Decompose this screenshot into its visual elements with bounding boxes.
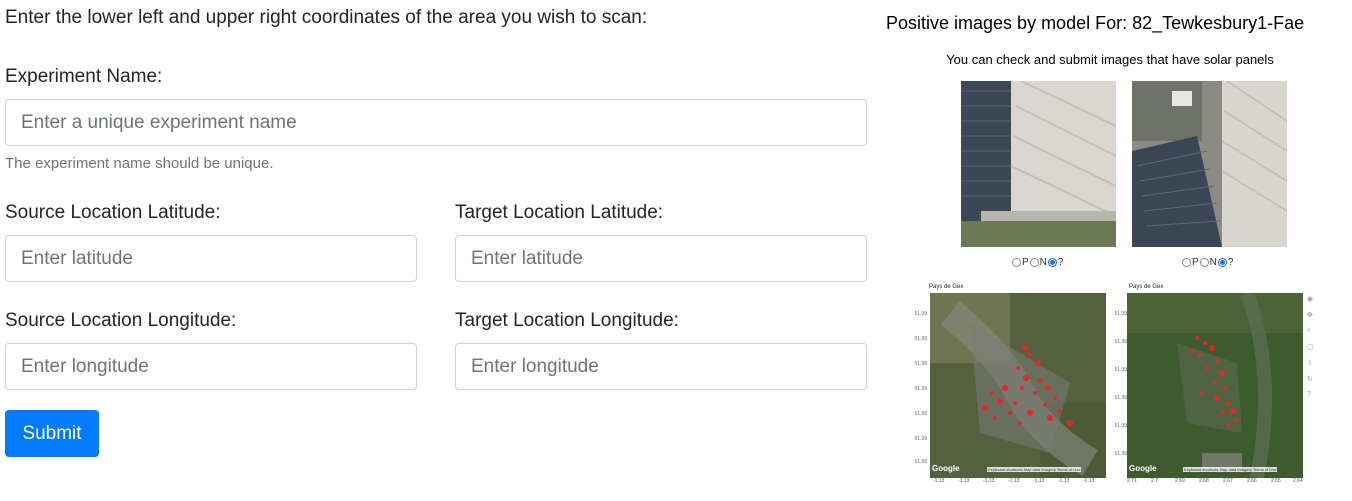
bokeh-logo-icon: ◉ (1307, 296, 1314, 303)
radio-p-label: P (1192, 257, 1199, 268)
source-longitude-label: Source Location Longitude: (5, 310, 237, 331)
y-tick: 51.99 (914, 336, 927, 342)
radio-unknown-label: ? (1227, 257, 1234, 268)
radio-unknown[interactable] (1217, 258, 1227, 267)
x-tick: -1.13 (1058, 478, 1070, 484)
radio-p-label: P (1022, 257, 1029, 268)
x-tick: 2.65 (1271, 478, 1281, 484)
pan-tool-icon[interactable]: ✥ (1307, 311, 1313, 319)
y-tick: 51.99 (914, 311, 927, 317)
reset-tool-icon[interactable]: ↻ (1307, 375, 1313, 383)
map-plot-2[interactable]: Pays de Gex 51.99 51.99 51.99 51.99 51.9… (1107, 281, 1315, 486)
y-tick: 51.99 (914, 436, 927, 442)
experiment-name-label: Experiment Name: (5, 66, 163, 87)
google-watermark: Google (1129, 464, 1157, 473)
target-longitude-input[interactable] (455, 343, 867, 390)
form-intro: Enter the lower left and upper right coo… (5, 7, 648, 28)
y-tick: 51.99 (1114, 339, 1127, 345)
results-panel: Positive images by model For: 82_Tewkesb… (880, 0, 1350, 501)
map-attribution: Keyboard shortcuts Map data Imagery Term… (987, 467, 1082, 472)
y-tick: 51.99 (914, 411, 927, 417)
x-tick: 2.68 (1199, 478, 1209, 484)
map-attribution: Keyboard shortcuts Map data Imagery Term… (1183, 467, 1278, 472)
radio-n[interactable] (1029, 258, 1039, 267)
radio-n-label: N (1209, 257, 1217, 268)
x-tick: -1.13 (1008, 478, 1020, 484)
x-tick: -1.13 (983, 478, 995, 484)
x-tick: 2.66 (1247, 478, 1257, 484)
x-tick: -1.13 (1033, 478, 1045, 484)
label-radio-group-2: P N ? (1181, 257, 1233, 268)
source-latitude-input[interactable] (5, 235, 417, 282)
experiment-name-input[interactable] (5, 99, 867, 146)
x-tick: 2.69 (1175, 478, 1185, 484)
satellite-map (930, 293, 1106, 478)
help-tool-icon[interactable]: ? (1307, 391, 1311, 398)
panel-title: Positive images by model For: 82_Tewkesb… (886, 13, 1305, 33)
x-tick: -1.13 (933, 478, 945, 484)
candidate-image-2[interactable] (1132, 81, 1287, 247)
submit-button[interactable]: Submit (5, 410, 99, 457)
y-tick: 51.99 (914, 459, 927, 465)
source-longitude-input[interactable] (5, 343, 417, 390)
target-latitude-input[interactable] (455, 235, 867, 282)
y-tick: 51.99 (914, 361, 927, 367)
radio-p[interactable] (1012, 258, 1021, 267)
zoom-tool-icon[interactable]: ⌕ (1307, 327, 1311, 335)
x-tick: 2.7 (1151, 478, 1158, 484)
target-latitude-label: Target Location Latitude: (455, 202, 664, 223)
target-longitude-label: Target Location Longitude: (455, 310, 679, 331)
experiment-name-help: The experiment name should be unique. (5, 155, 274, 172)
source-latitude-label: Source Location Latitude: (5, 202, 221, 223)
x-tick: 2.64 (1293, 478, 1303, 484)
map-title: Pays de Gex (929, 284, 964, 290)
radio-unknown-label: ? (1057, 257, 1064, 268)
radio-n-label: N (1039, 257, 1047, 268)
google-watermark: Google (932, 464, 960, 473)
rooftop-aerial-image (961, 81, 1116, 247)
rooftop-aerial-image (1132, 81, 1287, 247)
box-zoom-tool-icon[interactable]: ▢ (1307, 343, 1314, 351)
map-plot-1[interactable]: Pays de Gex 51.99 51.99 51.99 51.99 51.9… (907, 281, 1107, 486)
y-tick: 51.99 (1114, 423, 1127, 429)
y-tick: 51.99 (914, 386, 927, 392)
radio-unknown[interactable] (1047, 258, 1057, 267)
y-tick: 51.99 (1114, 451, 1127, 457)
x-tick: -1.13 (1083, 478, 1095, 484)
x-tick: 2.67 (1223, 478, 1233, 484)
candidate-image-1[interactable] (961, 81, 1116, 247)
x-tick: -1.13 (958, 478, 970, 484)
radio-p[interactable] (1182, 258, 1191, 267)
panel-subtitle: You can check and submit images that hav… (946, 52, 1274, 67)
y-tick: 51.99 (1114, 367, 1127, 373)
map-title: Pays de Gex (1129, 284, 1164, 290)
x-tick: 2.71 (1127, 478, 1137, 484)
satellite-map (1127, 293, 1303, 478)
save-tool-icon[interactable]: ⇩ (1307, 359, 1313, 367)
label-radio-group-1: P N ? (1011, 257, 1063, 268)
radio-n[interactable] (1199, 258, 1209, 267)
y-tick: 51.99 (1114, 311, 1127, 317)
y-tick: 51.99 (1114, 395, 1127, 401)
